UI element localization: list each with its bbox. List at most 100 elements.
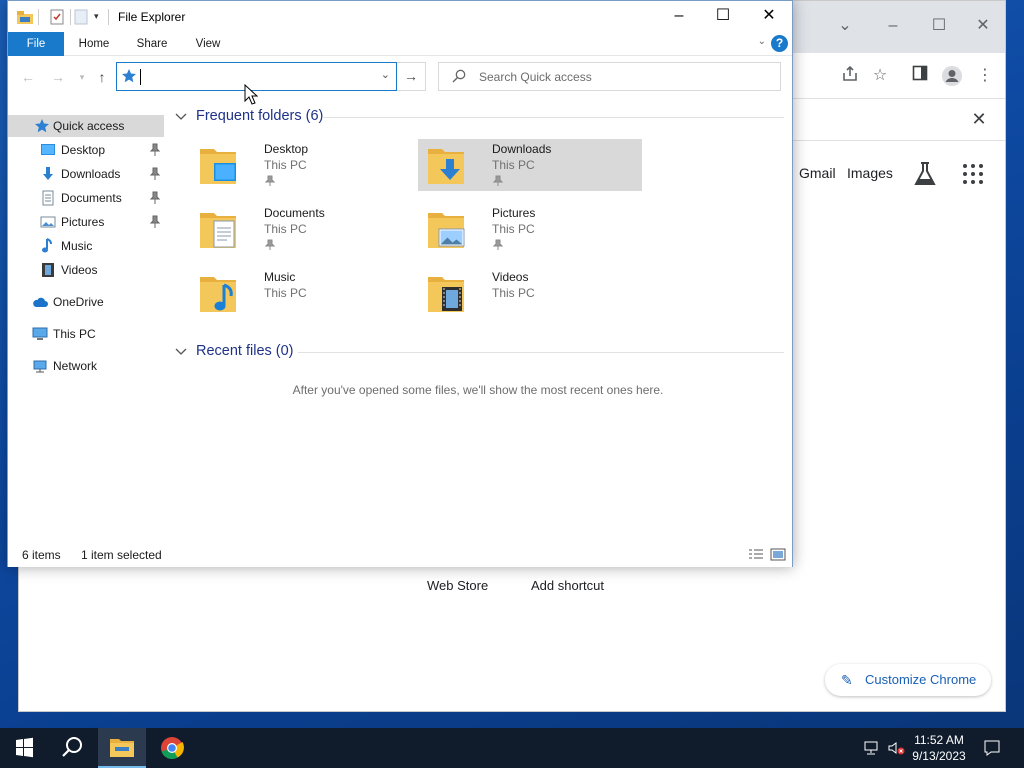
details-view-icon[interactable] [748,548,764,561]
properties-icon[interactable] [49,8,65,26]
chrome-close-button[interactable]: ✕ [973,15,993,37]
folder-name: Music [264,270,296,284]
folder-tile-downloads[interactable]: Downloads This PC [418,139,642,191]
gmail-link[interactable]: Gmail [799,165,836,181]
ribbon-tabs: File Home Share View ⌄ ? [8,32,792,56]
chrome-tab-search-icon[interactable]: ⌄ [835,15,855,37]
folder-name: Pictures [492,206,536,220]
nav-label: Network [53,359,98,373]
tab-share[interactable]: Share [132,32,172,56]
start-button[interactable] [0,728,48,768]
go-arrow-button[interactable]: → [397,62,426,91]
downloads-arrow-icon [43,167,53,180]
profile-avatar-icon[interactable] [941,65,963,87]
google-apps-icon[interactable] [963,164,983,184]
customize-chrome-button[interactable]: ✎ Customize Chrome [825,664,991,696]
nav-pictures[interactable]: Pictures [8,211,164,233]
shortcut-web-store[interactable]: Web Store [427,578,488,593]
search-taskbar-button[interactable] [48,728,96,768]
pin-icon [150,143,160,156]
tab-view[interactable]: View [190,32,226,56]
folder-desktop-icon [200,149,236,184]
quick-access-star-icon [122,69,136,83]
chrome-minimize-button[interactable]: – [883,15,903,37]
back-arrow-icon[interactable]: ← [18,67,38,87]
tab-home[interactable]: Home [72,32,116,56]
nav-documents[interactable]: Documents [8,187,164,209]
nav-onedrive[interactable]: OneDrive [8,291,164,313]
explorer-app-icon[interactable] [16,8,34,26]
nav-desktop[interactable]: Desktop [8,139,164,161]
folder-music-icon [200,277,236,312]
nav-music[interactable]: Music [8,235,164,257]
side-panel-icon[interactable] [909,65,931,87]
chevron-down-icon [175,113,187,120]
nav-downloads[interactable]: Downloads [8,163,164,185]
expand-ribbon-icon[interactable]: ⌄ [758,36,766,47]
close-button[interactable]: ✕ [746,1,792,31]
search-icon [452,69,466,83]
minimize-button[interactable]: – [656,1,702,31]
forward-arrow-icon[interactable]: → [48,67,68,87]
group-divider [322,117,784,118]
recent-files-header[interactable]: Recent files (0) [174,342,784,364]
folder-name: Documents [264,206,325,220]
item-count: 6 items [22,548,61,562]
address-row: ← → ▾ ↑ ⌄ → Search Quick access [8,56,792,98]
chrome-maximize-button[interactable]: ☐ [929,15,949,37]
clock-date: 9/13/2023 [912,749,966,763]
pencil-icon: ✎ [841,672,853,688]
folder-videos-icon [428,277,464,312]
address-input[interactable] [143,68,343,86]
nav-videos[interactable]: Videos [8,259,164,281]
maximize-button[interactable]: ☐ [700,1,746,31]
help-icon[interactable]: ? [771,35,788,52]
folder-tile-pictures[interactable]: Pictures This PC [418,203,642,255]
tab-file[interactable]: File [8,32,64,56]
nav-label: Quick access [53,119,125,133]
nav-quick-access[interactable]: Quick access [8,115,164,137]
nav-label: Documents [61,191,122,205]
clock[interactable]: 11:52 AM 9/13/2023 [904,732,974,764]
taskbar-file-explorer[interactable] [98,728,146,768]
share-icon[interactable] [839,65,861,87]
pictures-icon [40,216,56,228]
new-folder-icon[interactable] [74,8,88,26]
infobar-close-icon[interactable]: ✕ [967,107,991,131]
recent-locations-icon[interactable]: ▾ [72,67,92,87]
qat-separator [38,9,39,25]
folder-downloads-icon [428,149,464,184]
folder-tile-videos[interactable]: Videos This PC [418,267,642,319]
up-arrow-icon[interactable]: ↑ [92,67,112,87]
volume-muted-icon[interactable] [886,738,906,758]
nav-network[interactable]: Network [8,355,164,377]
frequent-folders-header[interactable]: Frequent folders (6) [174,107,784,129]
images-link[interactable]: Images [847,165,893,181]
shortcut-add[interactable]: Add shortcut [531,578,604,593]
quick-access-star-icon [35,119,49,133]
nav-label: Videos [61,263,98,277]
chrome-menu-icon[interactable]: ⋮ [974,65,996,87]
search-box[interactable]: Search Quick access [438,62,781,91]
pin-icon [150,191,160,204]
chrome-logo-icon [161,737,184,760]
labs-flask-icon[interactable] [913,161,937,187]
folder-tile-music[interactable]: Music This PC [190,267,414,319]
taskbar-chrome[interactable] [148,728,196,768]
nav-label: This PC [53,327,96,341]
navigation-pane: Quick access Desktop Downloads Documents [8,98,164,543]
bookmark-star-icon[interactable]: ☆ [869,65,891,87]
window-title: File Explorer [118,10,186,24]
this-pc-monitor-icon [32,327,48,340]
network-tray-icon[interactable] [862,738,882,758]
content-pane: Frequent folders (6) Desktop This PC Dow… [164,98,792,543]
nav-label: OneDrive [53,295,104,309]
folder-location: This PC [492,222,535,236]
large-icons-view-icon[interactable] [770,548,786,561]
folder-tile-documents[interactable]: Documents This PC [190,203,414,255]
address-dropdown-icon[interactable]: ⌄ [381,68,390,81]
notifications-icon[interactable] [982,738,1002,758]
nav-this-pc[interactable]: This PC [8,323,164,345]
folder-tile-desktop[interactable]: Desktop This PC [190,139,414,191]
qat-customize-icon[interactable]: ▾ [94,11,99,22]
